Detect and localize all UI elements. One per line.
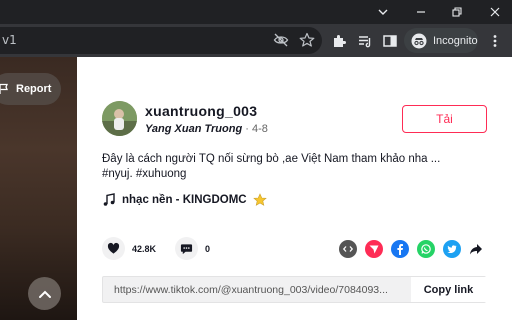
chevron-down-icon bbox=[378, 9, 388, 15]
send-button[interactable] bbox=[365, 240, 383, 258]
minimize-icon bbox=[417, 11, 425, 13]
twitter-button[interactable] bbox=[443, 240, 461, 258]
like-count: 42.8K bbox=[132, 243, 157, 254]
previous-video-button[interactable] bbox=[28, 277, 61, 310]
post-hashtags[interactable]: #nyuj. #xuhuong bbox=[102, 168, 186, 180]
share-more-button[interactable] bbox=[467, 240, 485, 258]
share-arrow-icon bbox=[470, 244, 482, 255]
comment-stat[interactable]: 0 bbox=[175, 237, 210, 260]
music-note-icon bbox=[103, 193, 115, 206]
eye-off-icon[interactable] bbox=[272, 31, 290, 49]
close-button[interactable] bbox=[478, 0, 512, 24]
whatsapp-icon bbox=[421, 244, 431, 254]
send-icon bbox=[369, 245, 379, 254]
comment-count: 0 bbox=[205, 243, 211, 254]
separator-dot: · bbox=[245, 123, 249, 135]
facebook-button[interactable] bbox=[391, 240, 409, 258]
star-icon bbox=[252, 193, 267, 206]
comment-button[interactable] bbox=[175, 237, 198, 260]
browser-title-bar bbox=[0, 0, 512, 24]
report-label: Report bbox=[16, 83, 52, 95]
report-button[interactable]: Report bbox=[0, 73, 61, 105]
tab-search-button[interactable] bbox=[366, 0, 400, 24]
extensions-puzzle-icon[interactable] bbox=[330, 32, 348, 50]
video-player[interactable]: Report bbox=[0, 57, 77, 320]
copy-link-button[interactable]: Copy link bbox=[411, 277, 486, 302]
like-button[interactable] bbox=[102, 237, 125, 260]
like-stat[interactable]: 42.8K bbox=[102, 237, 156, 260]
heart-icon bbox=[107, 242, 120, 254]
reading-list-icon[interactable] bbox=[356, 32, 374, 50]
post-info-panel: xuantruong_003 Yang Xuan Truong · 4-8 Tả… bbox=[77, 57, 512, 320]
music-title: nhạc nền - KINGDOMC bbox=[122, 194, 247, 206]
comment-icon bbox=[180, 244, 193, 255]
author-nickname[interactable]: Yang Xuan Truong bbox=[145, 123, 242, 135]
incognito-icon bbox=[411, 33, 427, 48]
author-subline: Yang Xuan Truong · 4-8 bbox=[145, 123, 268, 135]
browser-toolbar: v1 Incognito bbox=[0, 24, 512, 57]
side-panel-icon[interactable] bbox=[381, 32, 399, 50]
share-link-text[interactable]: https://www.tiktok.com/@xuantruong_003/v… bbox=[114, 284, 409, 296]
embed-button[interactable] bbox=[339, 240, 357, 258]
address-bar[interactable]: v1 bbox=[0, 27, 322, 54]
whatsapp-button[interactable] bbox=[417, 240, 435, 258]
flag-icon bbox=[0, 83, 8, 94]
avatar[interactable] bbox=[102, 101, 137, 136]
music-link[interactable]: nhạc nền - KINGDOMC bbox=[102, 193, 267, 207]
post-description: Đây là cách người TQ nối sừng bò ,ae Việ… bbox=[102, 153, 441, 165]
chevron-up-icon bbox=[38, 290, 51, 298]
facebook-icon bbox=[397, 244, 403, 255]
share-link-box: https://www.tiktok.com/@xuantruong_003/v… bbox=[102, 276, 486, 303]
close-icon bbox=[490, 7, 500, 17]
more-menu-icon[interactable] bbox=[486, 32, 504, 50]
twitter-icon bbox=[447, 245, 457, 254]
address-bar-url[interactable]: v1 bbox=[2, 33, 17, 47]
post-date: 4-8 bbox=[251, 123, 268, 135]
follow-button[interactable]: Tải bbox=[402, 105, 487, 133]
bookmark-star-icon[interactable] bbox=[298, 31, 316, 49]
restore-button[interactable] bbox=[440, 0, 474, 24]
author-username[interactable]: xuantruong_003 bbox=[145, 103, 257, 119]
incognito-indicator[interactable]: Incognito bbox=[404, 28, 478, 53]
incognito-label: Incognito bbox=[433, 34, 478, 47]
embed-icon bbox=[342, 246, 354, 252]
minimize-button[interactable] bbox=[404, 0, 438, 24]
restore-icon bbox=[452, 7, 462, 17]
